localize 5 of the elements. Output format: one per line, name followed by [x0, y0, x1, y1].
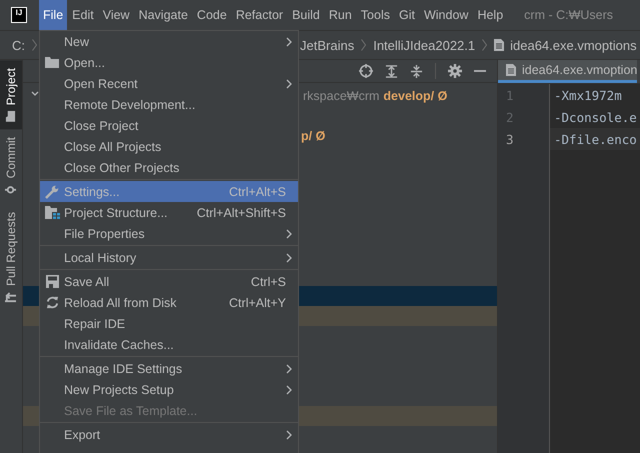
- path-text: rkspace₩crm: [303, 89, 380, 103]
- window-title: crm - C:₩Users: [524, 8, 614, 22]
- app-logo-icon: IJ: [11, 7, 27, 23]
- line-number: 3: [498, 128, 550, 150]
- branch-label: develop/ Ø: [383, 89, 448, 103]
